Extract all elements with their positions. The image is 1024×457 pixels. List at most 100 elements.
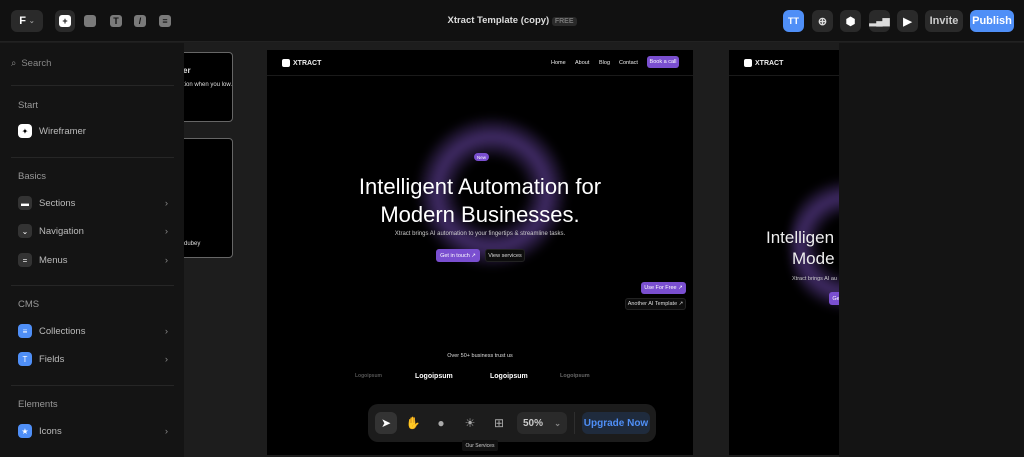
hero-headline-2: Modern Businesses.	[380, 202, 580, 227]
nav-about[interactable]: About	[575, 60, 589, 66]
chevron-right-icon: ›	[164, 225, 168, 237]
tooltip: Our Services	[462, 440, 498, 451]
theme-toggle[interactable]: ☀	[459, 412, 481, 434]
title-text: Xtract Template (copy)	[447, 15, 550, 26]
sparkle-icon: ✦	[18, 124, 32, 138]
avatar[interactable]: TT	[783, 10, 804, 32]
trust-text: Over 50+ business trust us	[447, 353, 513, 359]
upgrade-button[interactable]: Upgrade Now	[582, 412, 650, 434]
sidebar-item-wireframer[interactable]: ✦ Wireframer	[18, 122, 168, 140]
brand-text: XTRACT	[293, 59, 322, 67]
item-label: Sections	[39, 197, 76, 209]
hero-subtext: Xtract brings AI automation to your fing…	[394, 231, 566, 237]
divider	[11, 385, 174, 386]
use-for-free-button[interactable]: Use For Free ↗	[641, 282, 686, 294]
site-nav: XTRACT Home About Blog Contact Book a ca…	[267, 50, 693, 76]
chevron-down-icon: ⌄	[18, 224, 32, 238]
invite-button[interactable]: Invite	[925, 10, 963, 32]
section-heading-cms: CMS	[18, 299, 40, 310]
logo-icon	[744, 59, 752, 67]
card-text: dubey	[184, 241, 201, 247]
main-frame[interactable]: XTRACT Home About Blog Contact Book a ca…	[267, 50, 693, 455]
comment-tool[interactable]: ●	[430, 412, 452, 434]
canvas-right-area	[839, 43, 1024, 457]
sidebar-item-navigation[interactable]: ⌄ Navigation ›	[18, 222, 168, 240]
publish-button[interactable]: Publish	[970, 10, 1014, 32]
sidebar-item-icons[interactable]: ★ Icons ›	[18, 422, 168, 440]
comment-icon: ●	[437, 416, 445, 430]
partner-logo: Logoipsum	[560, 373, 590, 379]
search-field[interactable]: ⌕ Search	[11, 58, 51, 69]
gear-icon: ⬢	[845, 15, 856, 28]
settings-button[interactable]: ⬢	[840, 10, 861, 32]
sidebar-item-sections[interactable]: ▬ Sections ›	[18, 194, 168, 212]
chevron-down-icon: ⌄	[554, 418, 561, 428]
nav-contact[interactable]: Contact	[619, 60, 638, 66]
nav-home[interactable]: Home	[551, 60, 566, 66]
select-tool[interactable]: ➤	[375, 412, 397, 434]
partner-logo: Logoipsum	[415, 373, 453, 380]
brand-text: XTRACT	[755, 59, 784, 67]
get-in-touch-button[interactable]: Ge	[829, 292, 839, 305]
site-logo[interactable]: XTRACT	[744, 59, 783, 67]
text-icon: T	[18, 352, 32, 366]
preview-button[interactable]: ▶	[897, 10, 918, 32]
section-heading-basics: Basics	[18, 171, 46, 182]
item-label: Fields	[39, 353, 65, 365]
sun-icon: ☀	[464, 416, 476, 430]
globe-button[interactable]: ⊕	[812, 10, 833, 32]
globe-icon: ⊕	[817, 15, 828, 28]
star-icon: ★	[18, 424, 32, 438]
hero-headline-1: Intelligen	[766, 228, 835, 247]
view-services-button[interactable]: View services	[485, 249, 525, 262]
site-logo[interactable]: XTRACT	[282, 59, 321, 67]
sidebar-item-collections[interactable]: ≡ Collections ›	[18, 322, 168, 340]
item-label: Collections	[39, 325, 86, 337]
item-label: Navigation	[39, 225, 84, 237]
grid-icon: ⊞	[493, 416, 505, 430]
nav-blog[interactable]: Blog	[599, 60, 610, 66]
new-badge: New	[474, 153, 489, 161]
play-icon: ▶	[903, 15, 912, 28]
tablet-frame[interactable]: XTRACT Intelligen Mode Xtract brings AI …	[729, 50, 839, 455]
section-icon: ▬	[18, 196, 32, 210]
search-icon: ⌕	[11, 58, 17, 69]
menu-icon: =	[18, 253, 32, 267]
item-label: Icons	[39, 425, 62, 437]
zoom-select[interactable]: 50% ⌄	[517, 412, 567, 434]
chevron-right-icon: ›	[164, 425, 168, 437]
bar-chart-icon: ▂▄▆	[869, 15, 890, 26]
card-text: tion when you low.	[183, 82, 233, 88]
hand-icon: ✋	[405, 416, 421, 430]
search-placeholder: Search	[21, 58, 52, 69]
sidebar-item-menus[interactable]: = Menus ›	[18, 251, 168, 269]
section-heading-start: Start	[18, 100, 39, 111]
sidebar-item-fields[interactable]: T Fields ›	[18, 350, 168, 368]
chevron-right-icon: ›	[164, 254, 168, 266]
hero-headline-2: Mode	[792, 249, 835, 268]
section-heading-elements: Elements	[18, 399, 58, 410]
analytics-button[interactable]: ▂▄▆	[869, 10, 890, 32]
get-in-touch-button[interactable]: Get in touch ↗	[436, 249, 480, 262]
another-template-button[interactable]: Another AI Template ↗	[625, 298, 686, 310]
book-call-button[interactable]: Book a call	[647, 56, 679, 68]
database-icon: ≡	[18, 324, 32, 338]
zoom-value: 50%	[523, 417, 544, 429]
components-tool[interactable]: ⊞	[488, 412, 510, 434]
hero-headline-1: Intelligent Automation for	[358, 174, 602, 199]
cursor-icon: ➤	[380, 416, 392, 430]
plan-badge: FREE	[551, 17, 577, 26]
hero-subtext: Xtract brings AI au	[792, 276, 837, 282]
chevron-right-icon: ›	[164, 325, 168, 337]
divider	[11, 157, 174, 158]
divider	[11, 285, 174, 286]
hand-tool[interactable]: ✋	[402, 412, 424, 434]
divider	[574, 412, 575, 434]
card-title: er	[183, 66, 191, 75]
insert-panel: ⌕ Search Start ✦ Wireframer Basics ▬ Sectio…	[0, 43, 184, 457]
partner-logo: Logoipsum	[355, 373, 382, 379]
item-label: Wireframer	[39, 125, 86, 137]
bottom-toolbar: ➤ ✋ ● ☀ ⊞ 50% ⌄ Upgrade Now	[368, 404, 656, 442]
top-bar: F ⌄ + T / ≡ Xtract Template (copy) FREE T…	[0, 0, 1024, 42]
divider	[11, 85, 174, 86]
